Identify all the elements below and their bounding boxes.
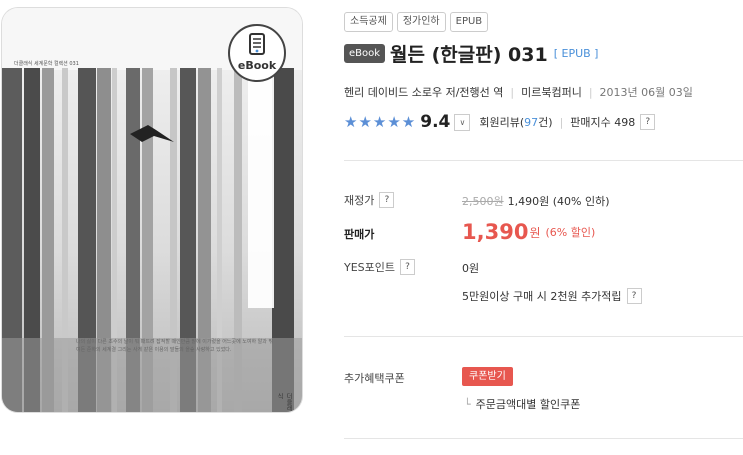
divider: | <box>588 85 593 99</box>
cover-title-band <box>248 68 274 308</box>
cover-series-text: 더클래식 세계문학 컬렉션 031 <box>14 61 79 67</box>
publish-date: 2013년 06월 03일 <box>599 86 693 99</box>
tag-epub: EPUB <box>449 12 489 32</box>
chevron-down-icon[interactable]: ∨ <box>454 113 471 131</box>
tag-list: 소득공제 정가인하 EPUB <box>344 12 489 32</box>
help-icon[interactable]: ? <box>400 259 416 275</box>
points-value: 0원 <box>462 262 480 275</box>
rating-score: 9.4 <box>420 112 451 132</box>
points-label: YES포인트 <box>344 261 396 274</box>
coupon-button-cell: 쿠폰받기 <box>462 367 513 386</box>
help-icon[interactable]: ? <box>626 288 642 304</box>
divider: | <box>510 85 515 99</box>
ebook-badge-label: eBook <box>237 59 277 72</box>
divider <box>344 438 743 439</box>
get-coupon-button[interactable]: 쿠폰받기 <box>462 367 513 386</box>
title-row: eBook 월든 (한글판) 031 [ EPUB ] <box>344 40 598 67</box>
cover-publisher: 더클래식 <box>276 393 292 411</box>
review-prefix: 회원리뷰( <box>479 116 525 129</box>
sale-discount: (6% 할인) <box>545 226 596 239</box>
points-note-cell: 5만원이상 구매 시 2천원 추가적립 ? <box>462 288 642 304</box>
coupon-sub-link[interactable]: └ 주문금액대별 할인쿠폰 <box>464 396 580 412</box>
author-link[interactable]: 헨리 데이비드 소로우 저/전행선 역 <box>344 84 503 100</box>
ebook-badge: eBook <box>228 24 286 82</box>
divider <box>344 336 743 337</box>
publisher-link[interactable]: 미르북컴퍼니 <box>521 84 582 100</box>
book-cover-area: 더클래식 세계문학 컬렉션 031 나의 삶이 다른 초수의 날이 뭐 때뜨려 … <box>0 0 304 420</box>
sale-price-value-cell: 1,390 원 (6% 할인) <box>462 220 595 244</box>
indent-arrow-icon: └ <box>464 398 471 411</box>
divider: | <box>559 115 564 129</box>
coupon-sub-cell: └ 주문금액대별 할인쿠폰 <box>464 396 580 412</box>
review-suffix: 건) <box>538 116 553 129</box>
star-rating-icon: ★★★★★ <box>344 113 417 131</box>
format-label: [ EPUB ] <box>553 47 599 60</box>
ebook-type-chip: eBook <box>344 44 386 63</box>
coupon-sub-text: 주문금액대별 할인쿠폰 <box>475 398 581 411</box>
sales-index: 판매지수 498 <box>570 116 636 129</box>
tag-tax-deduction: 소득공제 <box>344 12 393 32</box>
points-label-cell: YES포인트 ? <box>344 259 416 275</box>
fixed-price-label: 재정가 <box>344 194 375 207</box>
review-count: 97 <box>524 116 539 129</box>
fixed-price-value-cell: 2,500원 1,490원 (40% 인하) <box>462 193 610 209</box>
review-link[interactable]: 회원리뷰(97건) <box>479 114 552 130</box>
points-note: 5만원이상 구매 시 2천원 추가적립 <box>462 290 622 303</box>
sale-price: 1,390 <box>462 220 529 244</box>
help-icon[interactable]: ? <box>640 114 656 130</box>
coupon-label: 추가혜택쿠폰 <box>344 372 405 385</box>
document-icon <box>249 33 265 55</box>
fixed-price-label-cell: 재정가 ? <box>344 192 395 208</box>
page-title: 월든 (한글판) 031 <box>390 44 548 66</box>
rating-row: ★★★★★ 9.4 ∨ 회원리뷰(97건) | 판매지수 498 ? <box>344 112 656 132</box>
fixed-price-value: 1,490원 (40% 인하) <box>507 195 610 208</box>
help-icon[interactable]: ? <box>379 192 395 208</box>
tag-price-cut: 정가인하 <box>396 12 446 32</box>
original-price: 2,500원 <box>462 195 504 208</box>
cover-blurb: 나의 삶이 다른 초수의 날이 뭐 때뜨려 잡적할 때인만큼 밭에 이가렸을 어… <box>76 339 274 353</box>
sale-price-label: 판매가 <box>344 228 375 241</box>
sale-price-unit: 원 <box>529 225 541 240</box>
author-row: 헨리 데이비드 소로우 저/전행선 역 | 미르북컴퍼니 | 2013년 06월… <box>344 84 693 100</box>
divider <box>344 160 743 161</box>
